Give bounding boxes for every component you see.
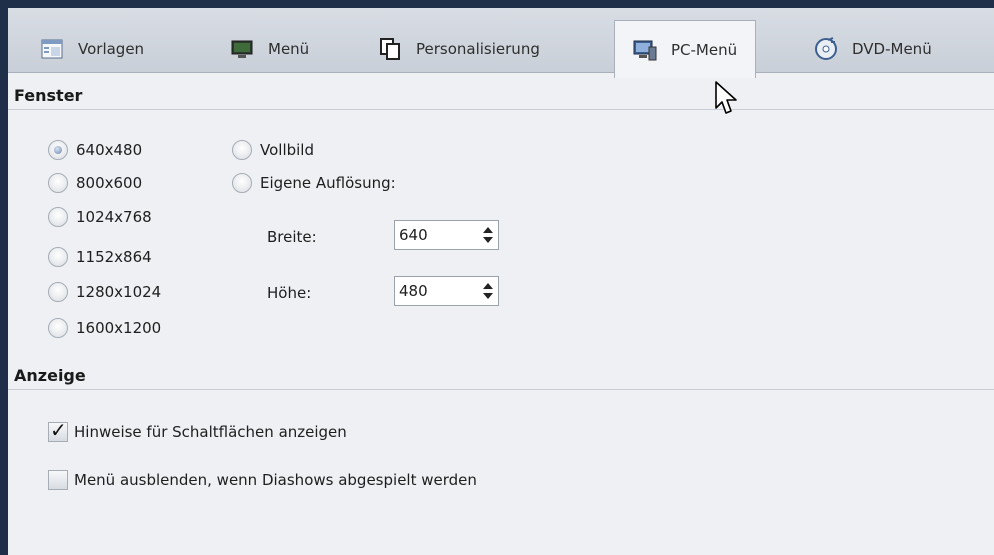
- radio-640x480[interactable]: 640x480: [48, 140, 142, 160]
- mouse-cursor-icon: [715, 81, 737, 114]
- dvd-disc-icon: [814, 37, 838, 61]
- document-copy-icon: [378, 37, 402, 61]
- radio-button[interactable]: [48, 318, 68, 338]
- height-label: Höhe:: [267, 284, 312, 302]
- tab-label: Menü: [268, 40, 310, 58]
- window-left-border: [0, 0, 8, 555]
- radio-label: 800x600: [76, 174, 143, 192]
- radio-1600x1200[interactable]: 1600x1200: [48, 318, 161, 338]
- tab-label: Vorlagen: [78, 40, 145, 58]
- radio-button[interactable]: [48, 282, 68, 302]
- radio-button[interactable]: [48, 207, 68, 227]
- monitor-icon: [230, 37, 254, 61]
- checkbox-label: Menü ausblenden, wenn Diashows abgespiel…: [74, 471, 477, 489]
- radio-button[interactable]: [232, 140, 252, 160]
- checkbox-label: Hinweise für Schaltflächen anzeigen: [74, 423, 347, 441]
- decrement-arrow-icon[interactable]: [483, 237, 493, 243]
- checkbox-unchecked[interactable]: [48, 470, 68, 490]
- tab-dvd-menu[interactable]: DVD-Menü: [814, 24, 932, 74]
- spin-arrows[interactable]: [478, 221, 498, 249]
- section-title: Anzeige: [14, 366, 86, 385]
- radio-label: Vollbild: [260, 141, 314, 159]
- radio-button-selected[interactable]: [48, 140, 68, 160]
- radio-label: 640x480: [76, 141, 143, 159]
- radio-1024x768[interactable]: 1024x768: [48, 207, 152, 227]
- tab-label: Personalisierung: [416, 40, 540, 58]
- radio-800x600[interactable]: 800x600: [48, 173, 142, 193]
- window-top-border: [8, 0, 994, 8]
- radio-label: Eigene Auflösung:: [260, 174, 396, 192]
- radio-button[interactable]: [48, 247, 68, 267]
- radio-vollbild[interactable]: Vollbild: [232, 140, 314, 160]
- increment-arrow-icon[interactable]: [483, 283, 493, 289]
- width-value[interactable]: 640: [395, 226, 478, 244]
- tab-bar: Vorlagen Menü Personalisierung PC-Menü D…: [8, 8, 994, 78]
- templates-icon: [40, 37, 64, 61]
- checkbox-menu-ausblenden[interactable]: Menü ausblenden, wenn Diashows abgespiel…: [48, 470, 477, 490]
- section-fenster-header: Fenster: [8, 82, 994, 110]
- spin-arrows[interactable]: [478, 277, 498, 305]
- height-stepper[interactable]: 480: [394, 276, 499, 306]
- increment-arrow-icon[interactable]: [483, 227, 493, 233]
- tab-vorlagen[interactable]: Vorlagen: [40, 24, 144, 74]
- radio-label: 1024x768: [76, 208, 152, 226]
- tab-label: PC-Menü: [671, 40, 738, 59]
- radio-1280x1024[interactable]: 1280x1024: [48, 282, 161, 302]
- tab-label: DVD-Menü: [852, 40, 932, 58]
- pc-menu-icon: [633, 38, 657, 62]
- tab-personalisierung[interactable]: Personalisierung: [378, 24, 540, 74]
- checkbox-hinweise[interactable]: Hinweise für Schaltflächen anzeigen: [48, 418, 347, 442]
- tab-pc-menu[interactable]: PC-Menü: [614, 20, 757, 78]
- radio-button[interactable]: [232, 173, 252, 193]
- radio-button[interactable]: [48, 173, 68, 193]
- decrement-arrow-icon[interactable]: [483, 293, 493, 299]
- tab-menu[interactable]: Menü: [230, 24, 309, 74]
- window: Vorlagen Menü Personalisierung PC-Menü D…: [0, 0, 994, 555]
- height-value[interactable]: 480: [395, 282, 478, 300]
- radio-label: 1152x864: [76, 248, 152, 266]
- radio-1152x864[interactable]: 1152x864: [48, 247, 152, 267]
- width-label: Breite:: [267, 228, 317, 246]
- checkbox-checked[interactable]: [48, 418, 68, 442]
- width-stepper[interactable]: 640: [394, 220, 499, 250]
- section-title: Fenster: [14, 86, 83, 105]
- section-anzeige-header: Anzeige: [8, 362, 994, 390]
- radio-eigene-aufloesung[interactable]: Eigene Auflösung:: [232, 173, 396, 193]
- radio-label: 1280x1024: [76, 283, 162, 301]
- radio-label: 1600x1200: [76, 319, 162, 337]
